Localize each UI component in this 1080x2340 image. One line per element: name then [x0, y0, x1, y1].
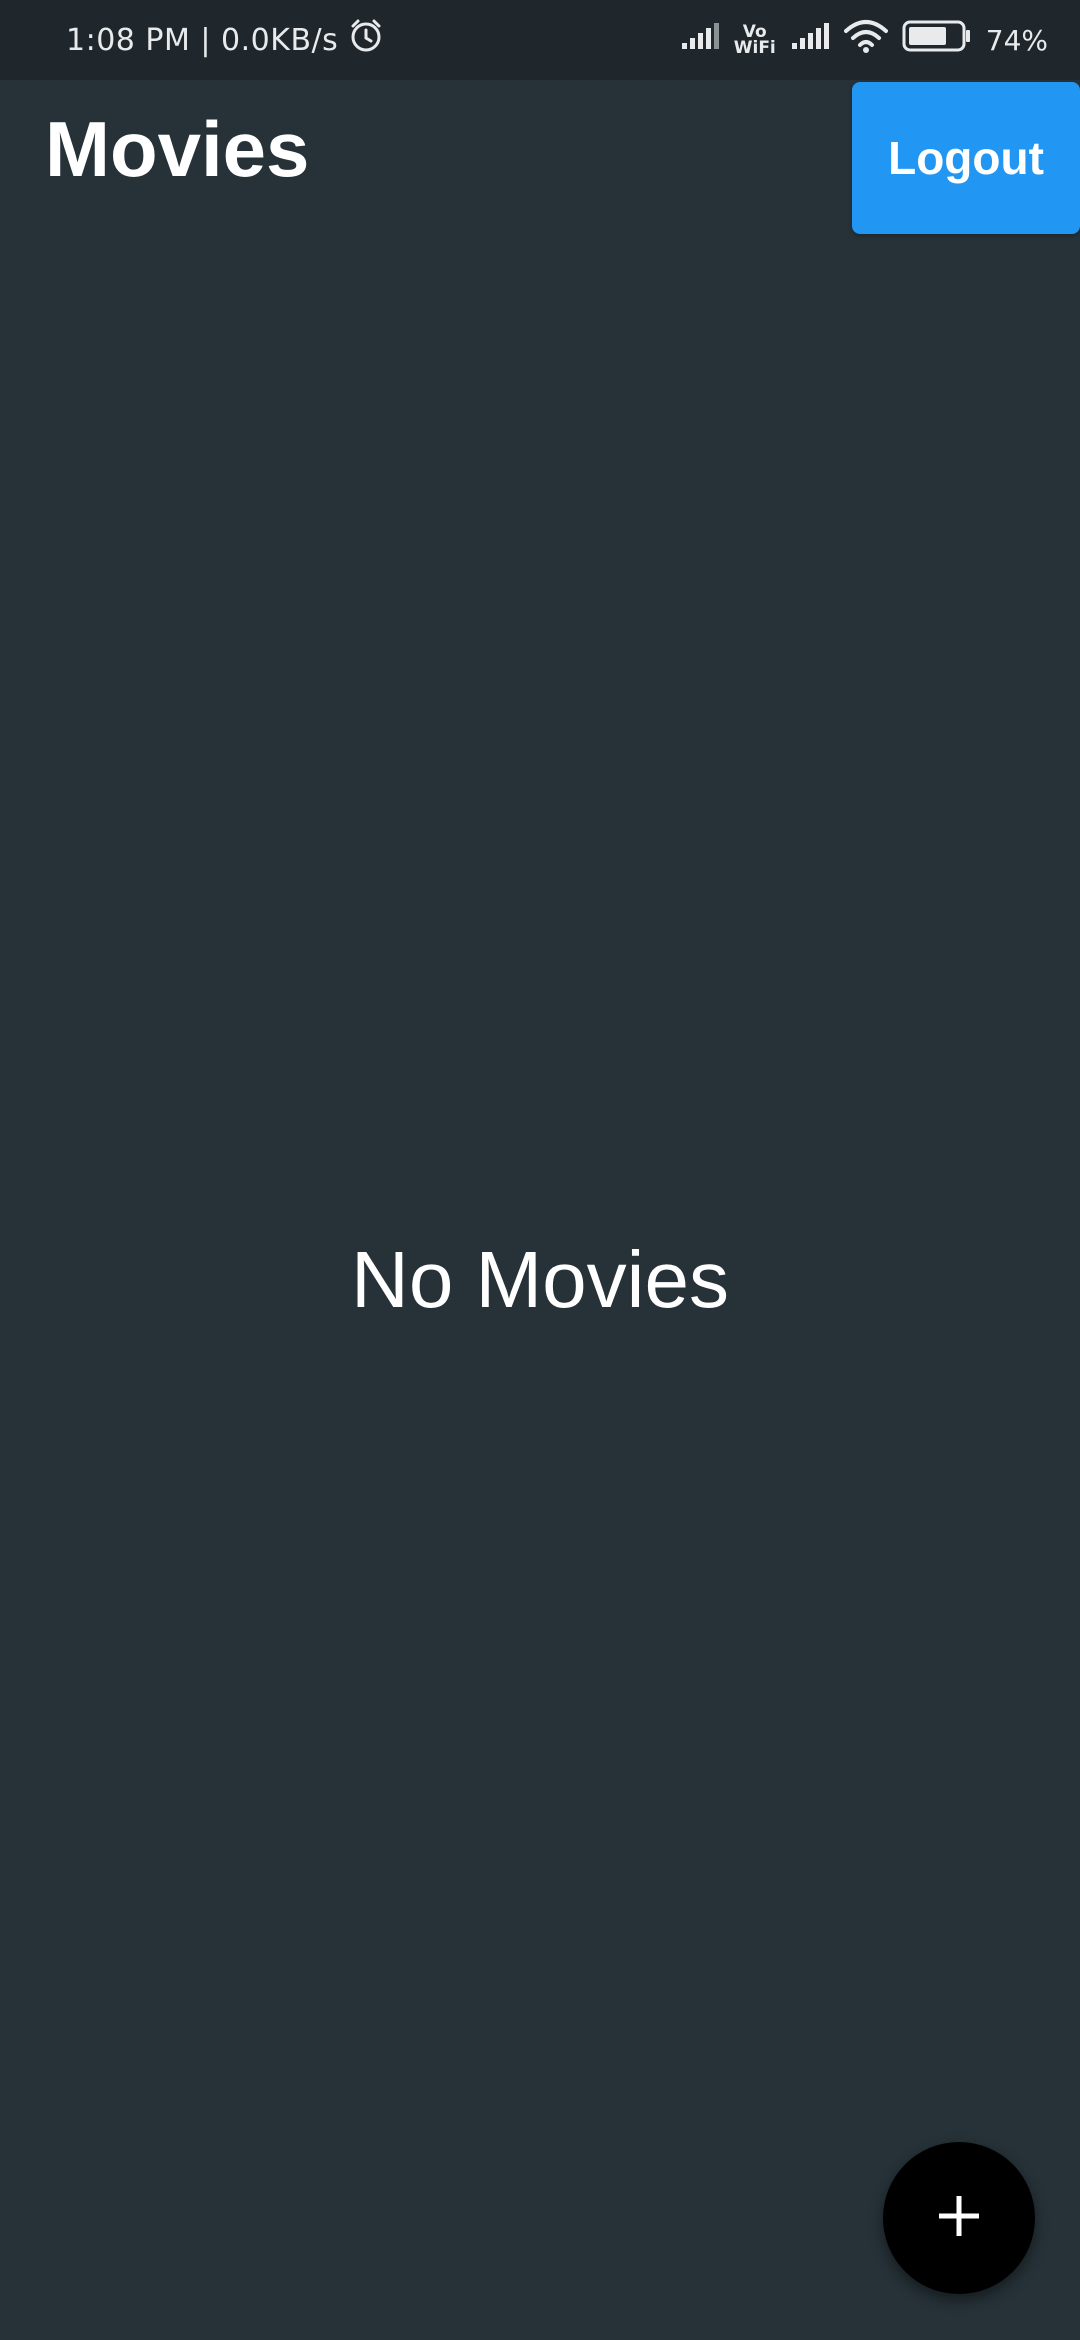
status-time-speed: 1:08 PM | 0.0KB/s: [66, 22, 339, 58]
signal-icon: [680, 21, 720, 59]
logout-button[interactable]: Logout: [852, 82, 1080, 234]
battery-icon: [902, 19, 972, 61]
page-title: Movies: [45, 105, 310, 193]
status-bar: 1:08 PM | 0.0KB/s Vo WiFi 74%: [0, 0, 1080, 80]
battery-percentage: 74%: [985, 23, 1048, 57]
signal-icon-2: [790, 21, 830, 59]
app-bar: Movies Logout: [0, 80, 1080, 235]
status-left: 1:08 PM | 0.0KB/s: [66, 18, 384, 62]
vowifi-bottom: WiFi: [733, 38, 776, 58]
alarm-icon: [348, 18, 384, 62]
empty-state-message: No Movies: [351, 1235, 729, 1324]
vowifi-indicator: Vo WiFi: [733, 24, 776, 58]
plus-icon: [935, 2192, 983, 2245]
add-movie-button[interactable]: [883, 2142, 1035, 2294]
status-right: Vo WiFi 74%: [680, 19, 1048, 61]
wifi-icon: [843, 19, 888, 61]
